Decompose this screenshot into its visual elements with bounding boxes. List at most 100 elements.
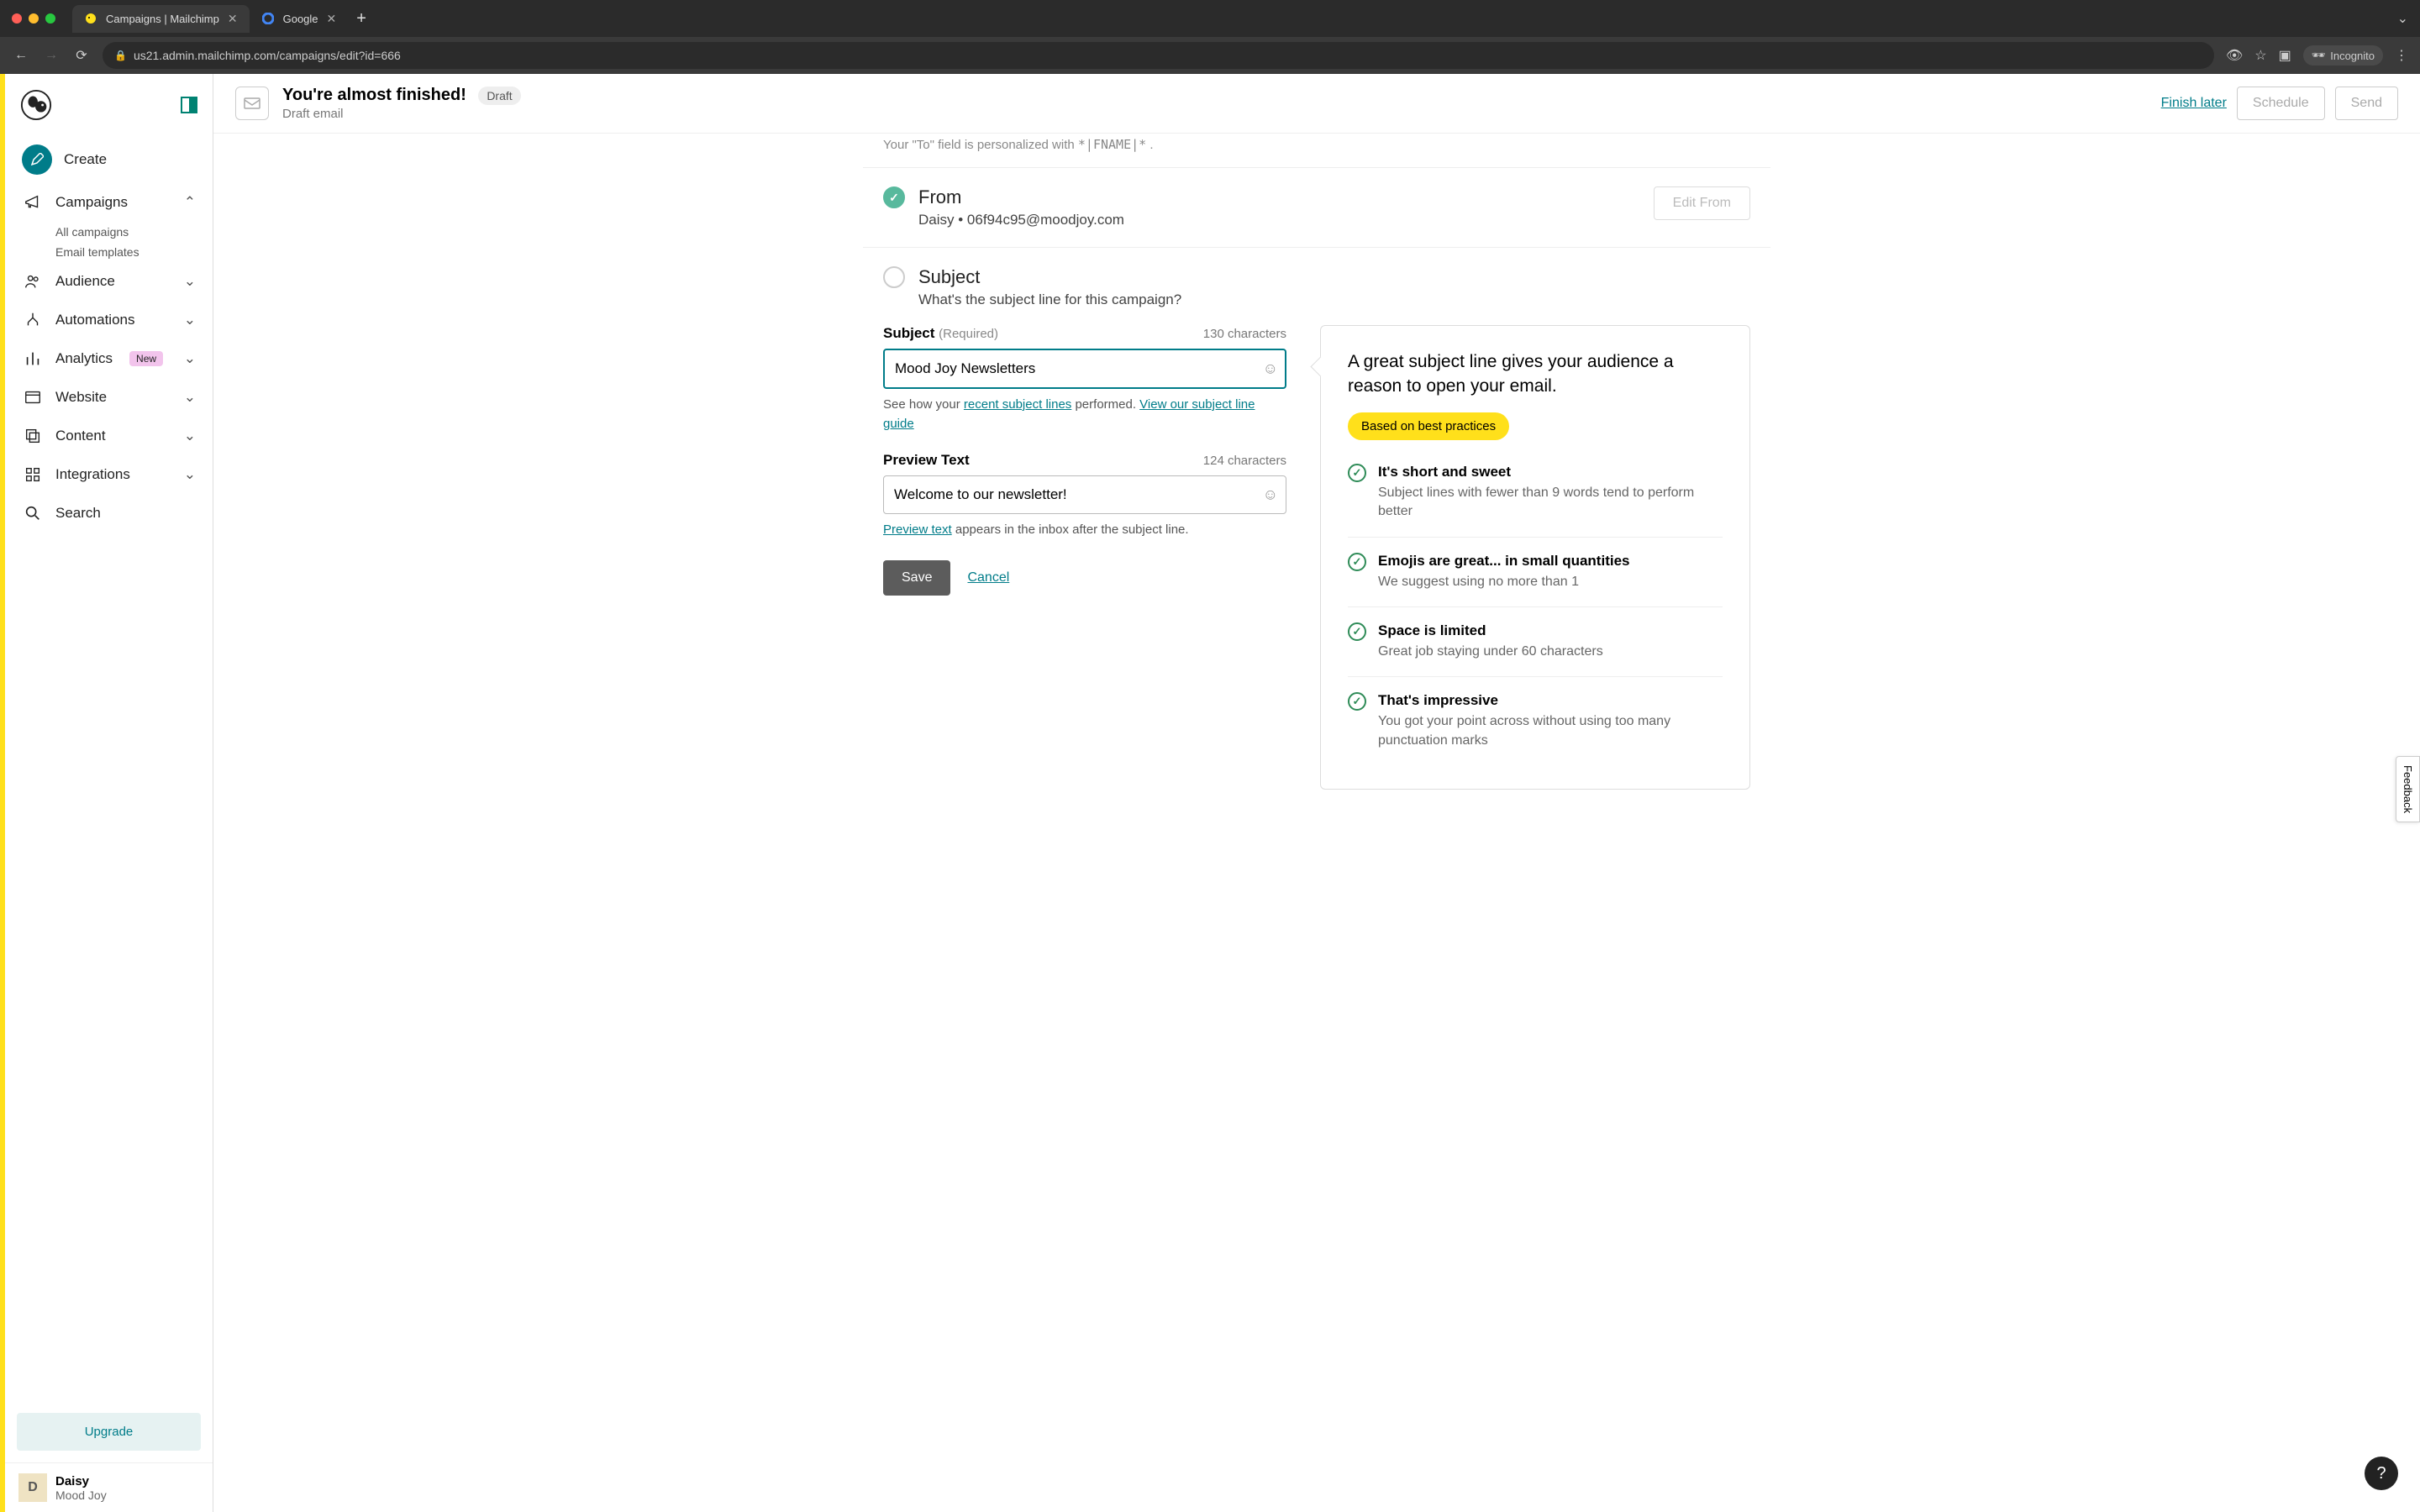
tip-title: Emojis are great... in small quantities bbox=[1378, 553, 1629, 569]
nav-analytics[interactable]: Analytics New ⌄ bbox=[13, 339, 204, 378]
browser-tabs: Campaigns | Mailchimp ✕ Google ✕ + bbox=[72, 5, 2389, 33]
people-icon bbox=[22, 270, 44, 292]
close-tab-icon[interactable]: ✕ bbox=[327, 12, 337, 26]
nav-automations[interactable]: Automations ⌄ bbox=[13, 301, 204, 339]
mailchimp-logo-icon[interactable] bbox=[20, 89, 52, 121]
chevron-down-icon: ⌄ bbox=[184, 389, 196, 406]
branch-icon bbox=[22, 309, 44, 331]
save-button[interactable]: Save bbox=[883, 560, 950, 596]
chevron-up-icon: ⌃ bbox=[184, 194, 196, 211]
nav-label: Integrations bbox=[55, 466, 130, 483]
subject-input[interactable] bbox=[883, 349, 1286, 389]
recent-subject-lines-link[interactable]: recent subject lines bbox=[964, 397, 1071, 412]
tip-title: Space is limited bbox=[1378, 622, 1486, 638]
section-title: Subject bbox=[918, 266, 1181, 288]
finish-later-link[interactable]: Finish later bbox=[2161, 96, 2227, 111]
titlebar: Campaigns | Mailchimp ✕ Google ✕ + ⌄ bbox=[0, 0, 2420, 37]
check-circle-icon: ✓ bbox=[1348, 622, 1366, 641]
main-content: You're almost finished! Draft Draft emai… bbox=[213, 74, 2420, 1512]
nav-integrations[interactable]: Integrations ⌄ bbox=[13, 455, 204, 494]
nav-audience[interactable]: Audience ⌄ bbox=[13, 262, 204, 301]
browser-tab-mailchimp[interactable]: Campaigns | Mailchimp ✕ bbox=[72, 5, 250, 33]
minimize-window-icon[interactable] bbox=[29, 13, 39, 24]
new-badge: New bbox=[129, 351, 163, 366]
emoji-picker-icon[interactable]: ☺ bbox=[1263, 360, 1278, 378]
user-org: Mood Joy bbox=[55, 1488, 107, 1502]
page-title: You're almost finished! bbox=[282, 86, 466, 104]
nav-create[interactable]: Create bbox=[13, 136, 204, 183]
header-actions: Finish later Schedule Send bbox=[2161, 87, 2398, 120]
nav-email-templates[interactable]: Email templates bbox=[13, 242, 204, 262]
nav-campaigns[interactable]: Campaigns ⌃ bbox=[13, 183, 204, 222]
tab-title: Campaigns | Mailchimp bbox=[106, 13, 219, 25]
tip-title: That's impressive bbox=[1378, 692, 1498, 708]
check-circle-icon: ✓ bbox=[1348, 553, 1366, 571]
page-subtitle: Draft email bbox=[282, 107, 521, 121]
help-button[interactable]: ? bbox=[2365, 1457, 2398, 1490]
user-menu[interactable]: D Daisy Mood Joy bbox=[5, 1462, 213, 1512]
subject-form: Subject (Required) 130 characters ☺ See bbox=[883, 325, 1750, 790]
close-tab-icon[interactable]: ✕ bbox=[228, 12, 238, 26]
kebab-menu-icon[interactable]: ⋮ bbox=[2395, 47, 2408, 64]
check-circle-icon bbox=[883, 186, 905, 208]
browser-toolbar: ← → ⟳ 🔒 us21.admin.mailchimp.com/campaig… bbox=[0, 37, 2420, 74]
char-counter: 124 characters bbox=[1203, 454, 1286, 468]
nav-website[interactable]: Website ⌄ bbox=[13, 378, 204, 417]
nav-content[interactable]: Content ⌄ bbox=[13, 417, 204, 455]
preview-text-input[interactable] bbox=[883, 475, 1286, 514]
tips-heading: A great subject line gives your audience… bbox=[1348, 349, 1723, 399]
edit-from-button[interactable]: Edit From bbox=[1654, 186, 1750, 220]
preview-helper: Preview text appears in the inbox after … bbox=[883, 521, 1286, 540]
cancel-button[interactable]: Cancel bbox=[967, 570, 1009, 585]
url-text: us21.admin.mailchimp.com/campaigns/edit?… bbox=[134, 49, 401, 62]
window-controls bbox=[12, 13, 55, 24]
scroll-content[interactable]: Your "To" field is personalized with *|F… bbox=[213, 134, 2420, 1512]
panel-icon[interactable]: ▣ bbox=[2279, 47, 2291, 64]
subject-helper: See how your recent subject lines perfor… bbox=[883, 396, 1286, 433]
pencil-icon bbox=[22, 144, 52, 175]
grid-icon bbox=[22, 464, 44, 486]
char-counter: 130 characters bbox=[1203, 327, 1286, 341]
tip-desc: We suggest using no more than 1 bbox=[1378, 573, 1629, 591]
primary-nav: Create Campaigns ⌃ All campaigns Email t… bbox=[5, 129, 213, 1401]
incognito-indicator[interactable]: 🕶 Incognito bbox=[2303, 45, 2383, 66]
subject-input-wrap: ☺ bbox=[883, 349, 1286, 389]
tip-item: ✓ Space is limited Great job staying und… bbox=[1348, 607, 1723, 677]
tabs-overflow-icon[interactable]: ⌄ bbox=[2397, 10, 2408, 27]
back-button[interactable]: ← bbox=[12, 48, 30, 63]
bookmark-icon[interactable]: ☆ bbox=[2254, 47, 2266, 64]
close-window-icon[interactable] bbox=[12, 13, 22, 24]
window-icon bbox=[22, 386, 44, 408]
form-actions: Save Cancel bbox=[883, 560, 1286, 596]
from-section: From Daisy • 06f94c95@moodjoy.com Edit F… bbox=[863, 167, 1770, 247]
address-bar[interactable]: 🔒 us21.admin.mailchimp.com/campaigns/edi… bbox=[103, 42, 2214, 69]
subject-section: Subject What's the subject line for this… bbox=[863, 247, 1770, 808]
section-title: From bbox=[918, 186, 1124, 208]
tip-item: ✓ That's impressive You got your point a… bbox=[1348, 677, 1723, 765]
user-name: Daisy bbox=[55, 1474, 107, 1488]
tip-desc: Subject lines with fewer than 9 words te… bbox=[1378, 484, 1723, 522]
schedule-button[interactable]: Schedule bbox=[2237, 87, 2325, 120]
collapse-sidebar-icon[interactable] bbox=[181, 97, 197, 113]
envelope-icon bbox=[235, 87, 269, 120]
new-tab-button[interactable]: + bbox=[348, 9, 375, 29]
maximize-window-icon[interactable] bbox=[45, 13, 55, 24]
header-titles: You're almost finished! Draft Draft emai… bbox=[282, 86, 521, 121]
chevron-down-icon: ⌄ bbox=[184, 428, 196, 444]
reload-button[interactable]: ⟳ bbox=[72, 47, 91, 64]
check-circle-icon: ✓ bbox=[1348, 464, 1366, 482]
mailchimp-favicon-icon bbox=[84, 12, 97, 25]
feedback-tab[interactable]: Feedback bbox=[2396, 756, 2420, 822]
preview-text-link[interactable]: Preview text bbox=[883, 522, 952, 537]
subject-field-label: Subject (Required) 130 characters bbox=[883, 325, 1286, 342]
browser-tab-google[interactable]: Google ✕ bbox=[250, 5, 349, 33]
nav-search[interactable]: Search bbox=[13, 494, 204, 533]
nav-label: Automations bbox=[55, 312, 135, 328]
upgrade-button[interactable]: Upgrade bbox=[17, 1413, 201, 1451]
nav-all-campaigns[interactable]: All campaigns bbox=[13, 222, 204, 242]
send-button[interactable]: Send bbox=[2335, 87, 2398, 120]
eye-off-icon[interactable]: 👁 bbox=[2226, 47, 2243, 64]
chevron-down-icon: ⌄ bbox=[184, 273, 196, 290]
emoji-picker-icon[interactable]: ☺ bbox=[1263, 486, 1278, 504]
merge-tag: *|FNAME|* bbox=[1078, 137, 1146, 152]
